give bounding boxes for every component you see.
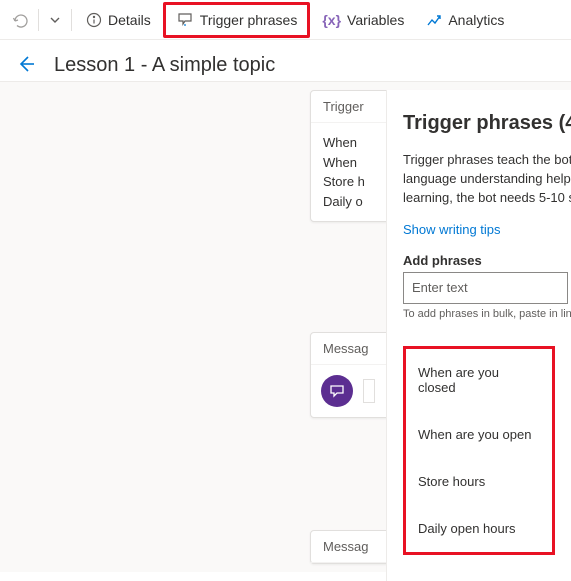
writing-tips-link[interactable]: Show writing tips (403, 222, 571, 237)
add-phrases-label: Add phrases (403, 253, 571, 268)
undo-icon (12, 12, 28, 28)
analytics-label: Analytics (448, 12, 504, 28)
toolbar-separator (38, 9, 39, 31)
variables-label: Variables (347, 12, 404, 28)
toolbar: Details Trigger phrases {x} Variables An… (0, 0, 571, 40)
message-preview (363, 379, 375, 403)
phrase-item[interactable]: When are you open (406, 411, 552, 458)
analytics-icon (426, 12, 442, 28)
trigger-phrases-button[interactable]: Trigger phrases (163, 2, 311, 38)
panel-desc-line: learning, the bot needs 5-10 s (403, 189, 571, 208)
details-button[interactable]: Details (76, 6, 161, 34)
phrase-list: When are you closed When are you open St… (403, 346, 555, 555)
phrase-item[interactable]: Store hours (406, 458, 552, 505)
panel-title: Trigger phrases (4) (403, 112, 571, 135)
back-arrow-icon (16, 54, 36, 74)
back-button[interactable] (16, 54, 36, 77)
variables-icon: {x} (322, 12, 341, 28)
analytics-button[interactable]: Analytics (416, 6, 514, 34)
page-header: Lesson 1 - A simple topic (0, 40, 571, 81)
chevron-down-icon (49, 14, 61, 26)
panel-description: Trigger phrases teach the bot language u… (403, 151, 571, 208)
bot-avatar-icon (321, 375, 353, 407)
add-phrase-input[interactable] (403, 272, 568, 304)
undo-button[interactable] (6, 6, 34, 34)
panel-desc-line: Trigger phrases teach the bot (403, 151, 571, 170)
panel-desc-line: language understanding help (403, 170, 571, 189)
trigger-phrases-label: Trigger phrases (200, 12, 298, 28)
trigger-phrases-panel: Trigger phrases (4) Trigger phrases teac… (386, 90, 571, 581)
toolbar-separator (71, 9, 72, 31)
toolbar-dropdown[interactable] (43, 8, 67, 32)
variables-button[interactable]: {x} Variables (312, 6, 414, 34)
trigger-phrases-icon (176, 11, 194, 29)
page-title: Lesson 1 - A simple topic (54, 54, 275, 77)
bulk-hint: To add phrases in bulk, paste in line-se… (403, 308, 571, 320)
details-label: Details (108, 12, 151, 28)
phrase-item[interactable]: Daily open hours (406, 505, 552, 552)
info-icon (86, 12, 102, 28)
phrase-item[interactable]: When are you closed (406, 349, 552, 411)
